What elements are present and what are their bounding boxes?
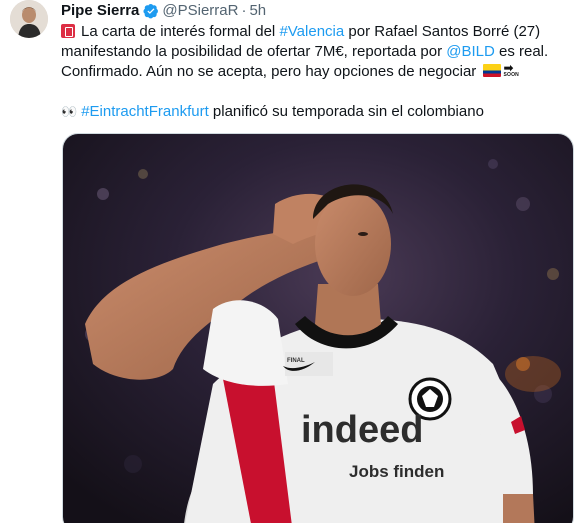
timestamp[interactable]: 5h	[249, 0, 266, 22]
tweet-text: La carta de interés formal del #Valencia…	[61, 22, 581, 122]
avatar[interactable]	[10, 0, 48, 38]
shirt-sponsor-subtext: Jobs finden	[349, 462, 444, 481]
hashtag-valencia-link[interactable]: #Valencia	[279, 23, 344, 40]
text-part-4: planificó su temporada sin el colombiano	[208, 103, 484, 120]
display-name[interactable]: Pipe Sierra	[61, 0, 139, 22]
handle[interactable]: @PSierraR	[162, 0, 238, 22]
colombia-flag-icon	[483, 64, 502, 77]
tweet-header: Pipe Sierra @PSierraR · 5h	[61, 0, 581, 22]
red-document-emoji-icon	[61, 24, 75, 38]
shirt-sponsor-text: indeed	[301, 409, 423, 451]
eyes-emoji-icon: 👀	[61, 104, 77, 119]
soon-arrow-icon: ➡ SOON	[503, 61, 519, 78]
verified-badge-icon	[143, 4, 159, 19]
tweet-media-photo[interactable]: FINAL indeed Jobs finden	[62, 133, 574, 523]
hashtag-eintracht-link[interactable]: #EintrachtFrankfurt	[81, 103, 209, 120]
avatar-image	[10, 0, 48, 38]
separator-dot: ·	[241, 2, 247, 19]
shirt-patch-text: FINAL	[287, 358, 305, 364]
tweet[interactable]: Pipe Sierra @PSierraR · 5h La carta de i…	[0, 0, 586, 523]
player-saluting-photo: FINAL indeed Jobs finden	[63, 134, 573, 523]
mention-bild-link[interactable]: @BILD	[446, 43, 495, 60]
text-part-1: La carta de interés formal del	[81, 23, 280, 40]
